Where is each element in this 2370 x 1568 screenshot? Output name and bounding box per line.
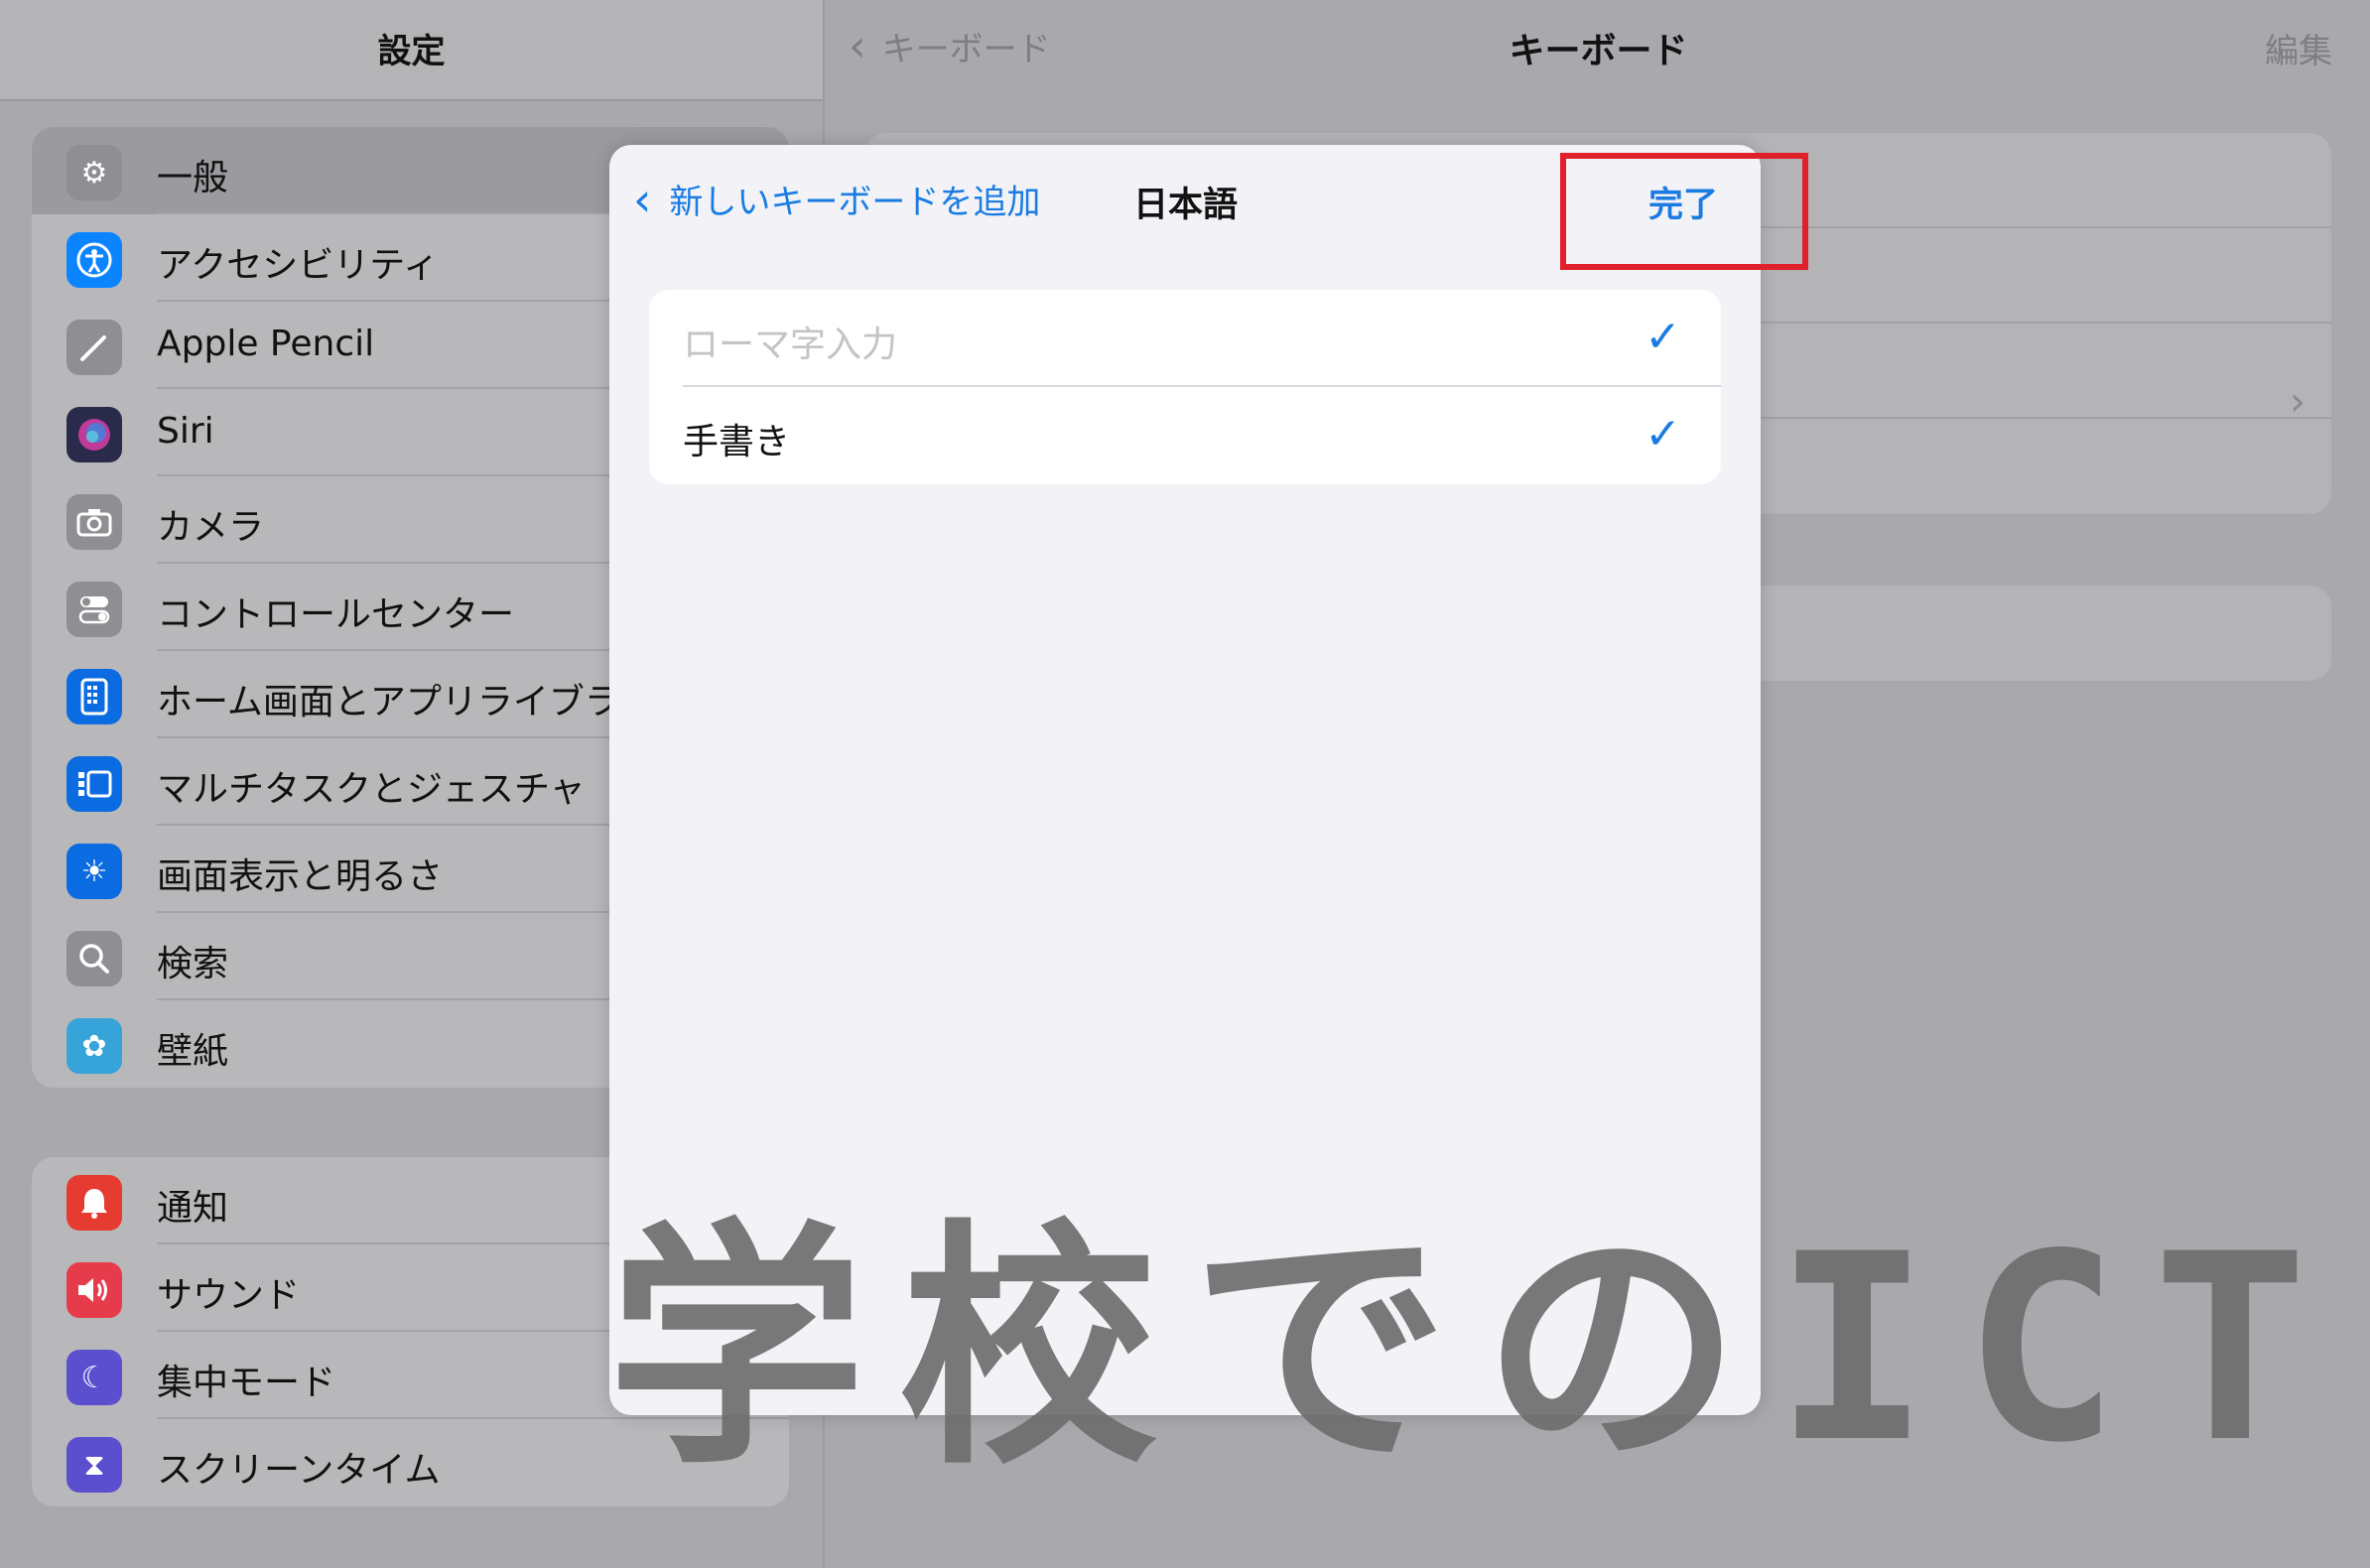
- home-screen-icon: [66, 669, 122, 724]
- sidebar-item-label: 一般: [157, 158, 229, 198]
- sidebar-header: 設定: [0, 0, 823, 101]
- option-romaji-input[interactable]: ローマ字入力 ✓: [649, 290, 1721, 387]
- speaker-icon: [66, 1262, 122, 1318]
- sun-icon: ☀: [66, 844, 122, 899]
- sidebar-item-label: Siri: [157, 411, 214, 452]
- sidebar-item-label: コントロールセンター: [157, 594, 515, 635]
- sidebar-item-label: 壁紙: [157, 1031, 229, 1072]
- sidebar-item-label: ホーム画面とアプリライブラ: [157, 682, 620, 722]
- siri-icon: [66, 407, 122, 462]
- sidebar-item-label: 集中モード: [157, 1363, 336, 1403]
- option-handwriting[interactable]: 手書き ✓: [649, 387, 1721, 484]
- sidebar-item-label: スクリーンタイム: [157, 1450, 441, 1491]
- multitask-icon: [66, 756, 122, 812]
- flower-icon: ✿: [66, 1018, 122, 1074]
- sidebar-item-label: Apple Pencil: [157, 324, 375, 364]
- pencil-icon: [66, 320, 122, 375]
- watermark: 学校でのICT: [607, 1200, 2342, 1500]
- magnifier-icon: [66, 931, 122, 986]
- camera-icon: [66, 494, 122, 550]
- option-label: ローマ字入力: [683, 325, 898, 365]
- moon-icon: ☾: [66, 1350, 122, 1405]
- sidebar-item-label: 通知: [157, 1188, 229, 1229]
- switches-icon: [66, 582, 122, 637]
- checkmark-icon: ✓: [1645, 312, 1681, 362]
- add-keyboard-back-button[interactable]: ‹ 新しいキーボードを追加: [633, 175, 1040, 223]
- highlight-box: [1560, 153, 1808, 270]
- checkmark-icon: ✓: [1645, 409, 1681, 459]
- gear-icon: ⚙: [66, 145, 122, 200]
- sidebar-title: 設定: [377, 32, 446, 71]
- add-keyboard-back-label: 新しいキーボードを追加: [669, 183, 1041, 222]
- hourglass-icon: ⧗: [66, 1437, 122, 1493]
- bell-icon: [66, 1175, 122, 1231]
- accessibility-icon: [66, 232, 122, 288]
- sidebar-item-label: 画面表示と明るさ: [157, 856, 444, 897]
- edit-button[interactable]: 編集: [2265, 24, 2332, 72]
- sidebar-item-label: マルチタスクとジェスチャ: [157, 769, 586, 810]
- sidebar-item-label: カメラ: [157, 507, 265, 548]
- chevron-left-icon: ‹: [633, 172, 652, 226]
- sidebar-item-label: サウンド: [157, 1275, 301, 1316]
- sidebar-item-label: 検索: [157, 944, 229, 984]
- sheet-title: 日本語: [1133, 186, 1239, 225]
- chevron-right-icon: ›: [2290, 379, 2305, 425]
- detail-title: キーボード: [1509, 31, 1688, 71]
- keyboard-options-list: ローマ字入力 ✓ 手書き ✓: [649, 290, 1721, 484]
- sidebar-item-label: アクセシビリティ: [157, 245, 440, 286]
- option-label: 手書き: [683, 422, 791, 462]
